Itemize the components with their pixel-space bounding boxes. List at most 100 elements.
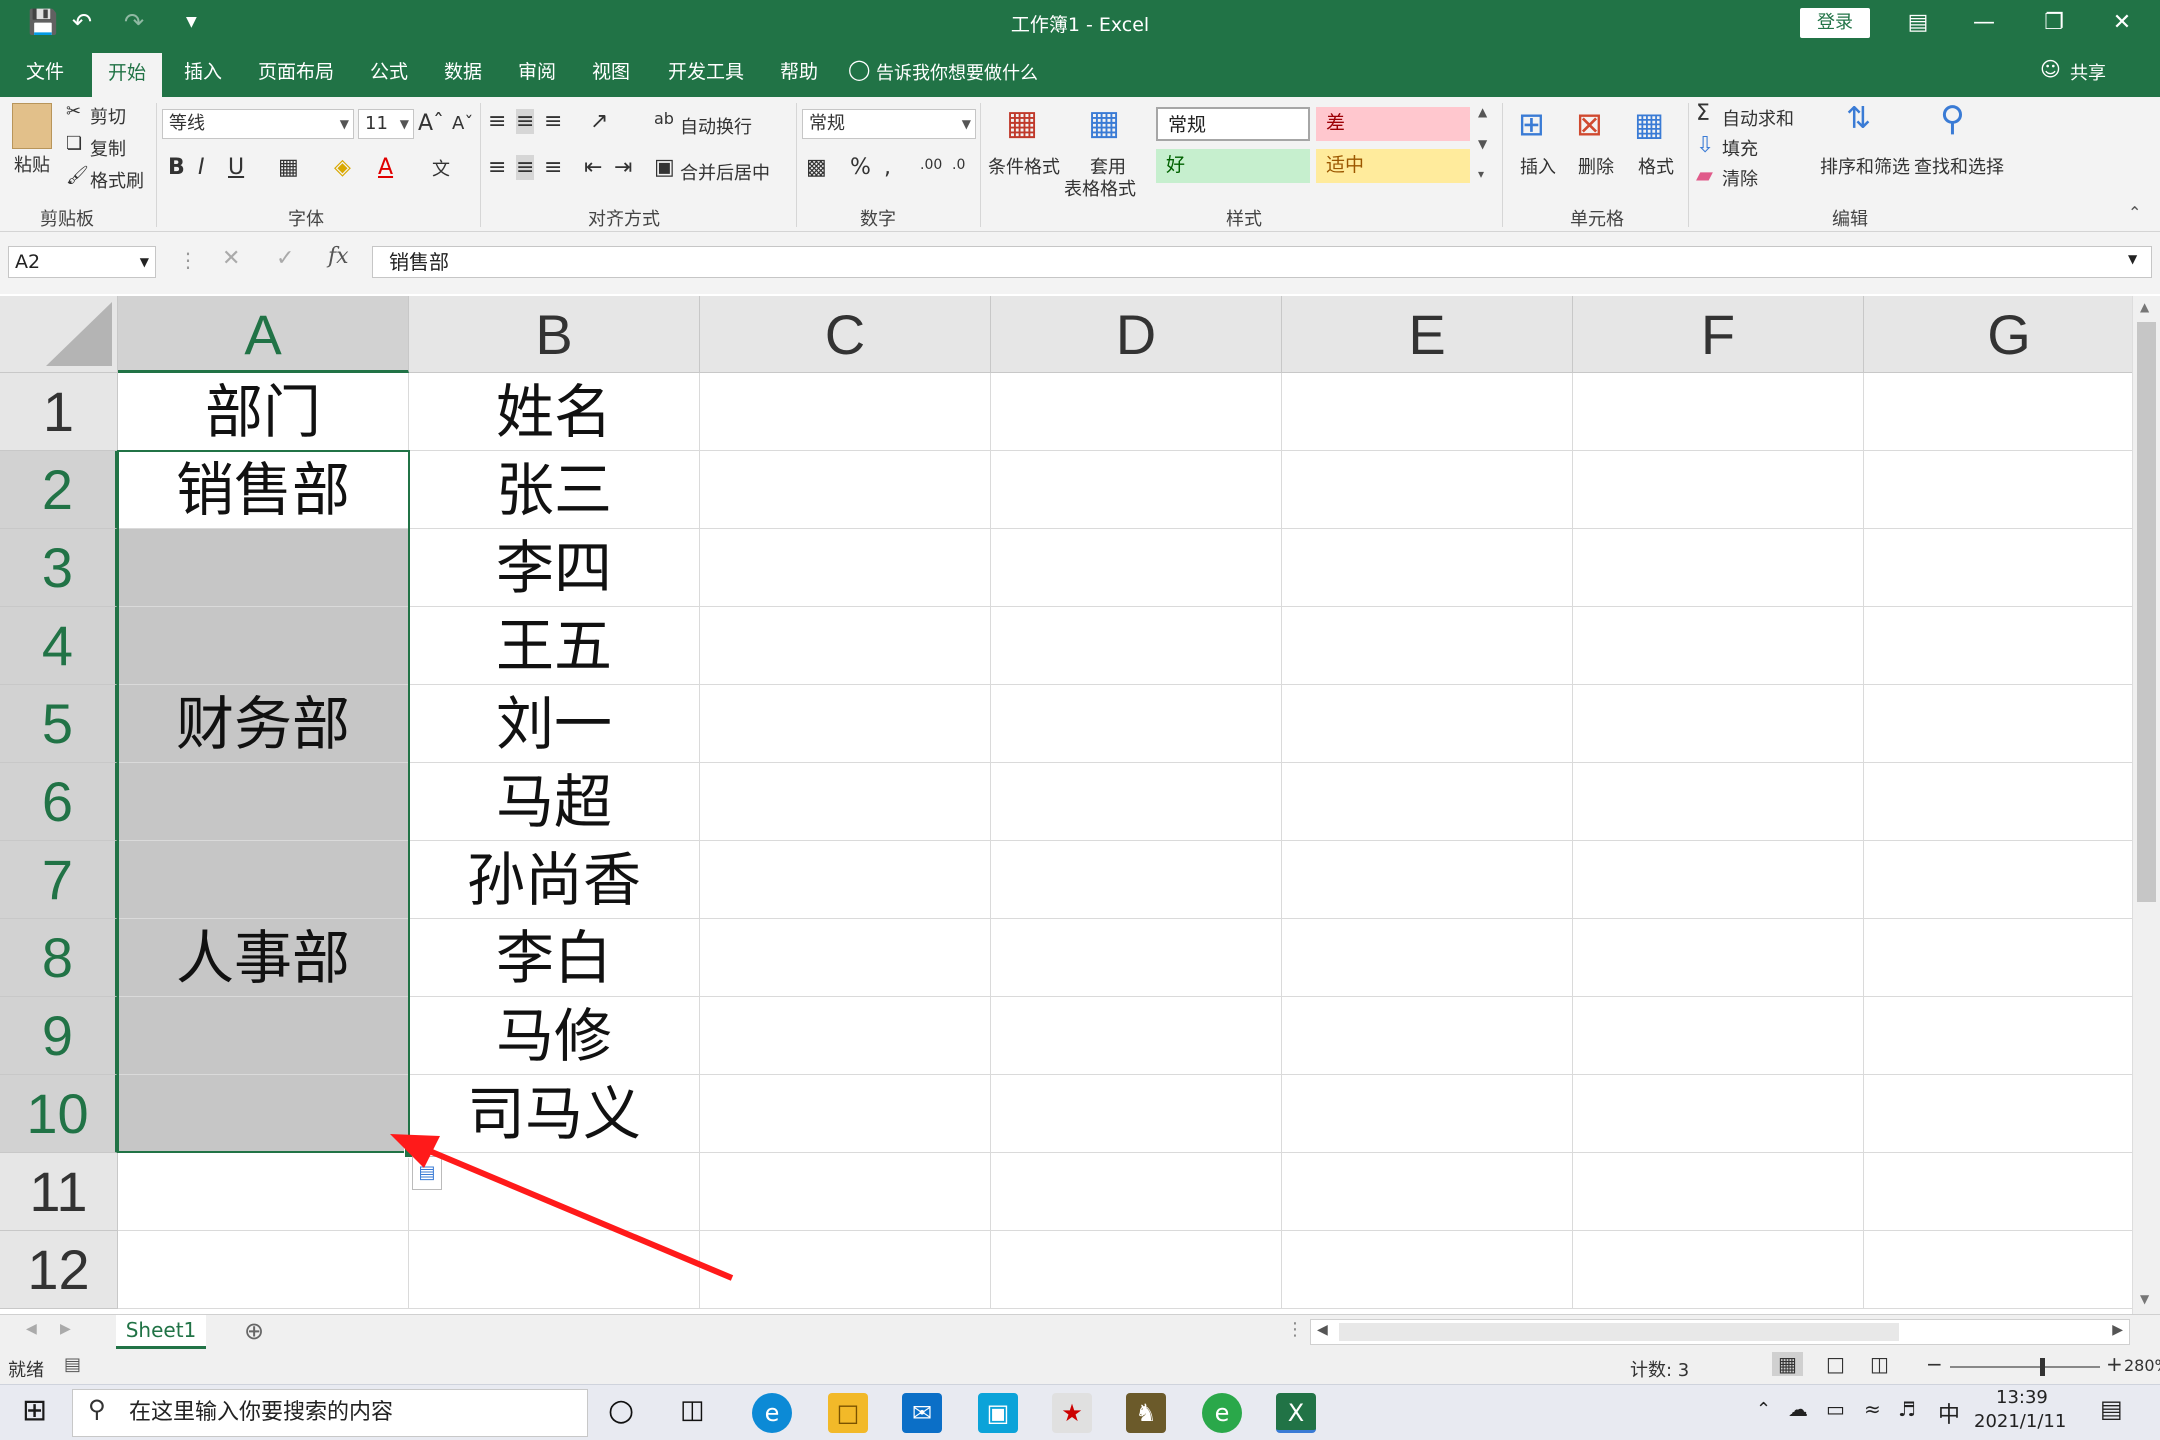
row-header-10[interactable]: 10 bbox=[0, 1075, 118, 1153]
excel-taskbar-icon[interactable]: X bbox=[1276, 1393, 1316, 1433]
prev-sheet-icon[interactable]: ◀ bbox=[26, 1321, 37, 1337]
login-button[interactable]: 登录 bbox=[1800, 8, 1870, 38]
cell-a10[interactable] bbox=[118, 1075, 409, 1153]
cell-g9[interactable] bbox=[1864, 997, 2132, 1075]
cell-f9[interactable] bbox=[1573, 997, 1864, 1075]
new-sheet-icon[interactable]: ⊕ bbox=[244, 1317, 264, 1345]
cell-f1[interactable] bbox=[1573, 373, 1864, 451]
decrease-indent-icon[interactable]: ⇤ bbox=[584, 155, 602, 180]
cell-d10[interactable] bbox=[991, 1075, 1282, 1153]
battery-icon[interactable]: ▭ bbox=[1826, 1397, 1845, 1421]
styles-more-icon[interactable]: ▾ bbox=[1478, 167, 1484, 181]
cell-a6[interactable] bbox=[118, 763, 409, 841]
cell-c2[interactable] bbox=[700, 451, 991, 529]
cell-g11[interactable] bbox=[1864, 1153, 2132, 1231]
wrap-text-button[interactable]: 自动换行 bbox=[680, 113, 752, 139]
cell-b10[interactable]: 司马义 bbox=[409, 1075, 700, 1153]
format-cells-button[interactable]: 格式 bbox=[1638, 153, 1674, 179]
cell-e9[interactable] bbox=[1282, 997, 1573, 1075]
column-header-c[interactable]: C bbox=[700, 296, 991, 373]
name-box[interactable]: A2 ▼ bbox=[8, 246, 156, 278]
cell-a4[interactable] bbox=[118, 607, 409, 685]
enter-icon[interactable]: ✓ bbox=[276, 246, 294, 271]
styles-scroll-down-icon[interactable]: ▼ bbox=[1478, 137, 1487, 151]
formula-input[interactable]: 销售部 bbox=[372, 246, 2152, 278]
delete-cells-button[interactable]: 删除 bbox=[1578, 153, 1614, 179]
font-size-select[interactable]: 11 ▼ bbox=[358, 109, 414, 139]
cell-b3[interactable]: 李四 bbox=[409, 529, 700, 607]
next-sheet-icon[interactable]: ▶ bbox=[60, 1321, 71, 1337]
minimize-icon[interactable]: — bbox=[1964, 6, 2004, 40]
tell-me-search[interactable]: 告诉我你想要做什么 bbox=[876, 59, 1038, 85]
cell-b7[interactable]: 孙尚香 bbox=[409, 841, 700, 919]
cell-f4[interactable] bbox=[1573, 607, 1864, 685]
format-painter-button[interactable]: 格式刷 bbox=[90, 167, 144, 193]
cell-d4[interactable] bbox=[991, 607, 1282, 685]
notes-app-icon[interactable]: ▣ bbox=[978, 1393, 1018, 1433]
cell-d1[interactable] bbox=[991, 373, 1282, 451]
cell-e8[interactable] bbox=[1282, 919, 1573, 997]
comma-style-icon[interactable]: , bbox=[884, 155, 891, 180]
cell-e11[interactable] bbox=[1282, 1153, 1573, 1231]
row-header-8[interactable]: 8 bbox=[0, 919, 118, 997]
cell-g12[interactable] bbox=[1864, 1231, 2132, 1309]
quick-analysis-icon[interactable]: ▤ bbox=[412, 1156, 442, 1190]
clock-time[interactable]: 13:39 bbox=[1996, 1387, 2048, 1408]
paste-icon[interactable] bbox=[12, 103, 52, 149]
macro-record-icon[interactable]: ▤ bbox=[64, 1354, 81, 1375]
scroll-up-icon[interactable]: ▲ bbox=[2140, 300, 2149, 314]
autosum-button[interactable]: 自动求和 bbox=[1722, 105, 1794, 131]
worksheet-grid[interactable]: ABCDEFG 1 2 3 4 5 6 7 8 9 10 11 12 部门 姓名 销售部 张三 李四 王五 财务部… bbox=[0, 296, 2132, 1314]
style-good[interactable]: 好 bbox=[1156, 149, 1310, 183]
zoom-out-icon[interactable]: − bbox=[1926, 1352, 1943, 1376]
scroll-left-icon[interactable]: ◀ bbox=[1317, 1322, 1328, 1338]
game-app-icon[interactable]: ♞ bbox=[1126, 1393, 1166, 1433]
cell-f11[interactable] bbox=[1573, 1153, 1864, 1231]
cell-c11[interactable] bbox=[700, 1153, 991, 1231]
cell-e7[interactable] bbox=[1282, 841, 1573, 919]
cell-e4[interactable] bbox=[1282, 607, 1573, 685]
tab-home[interactable]: 开始 bbox=[92, 53, 162, 97]
row-header-11[interactable]: 11 bbox=[0, 1153, 118, 1231]
cancel-icon[interactable]: ✕ bbox=[222, 246, 240, 271]
style-neutral[interactable]: 适中 bbox=[1316, 149, 1470, 183]
tab-review[interactable]: 审阅 bbox=[518, 57, 556, 84]
cell-g6[interactable] bbox=[1864, 763, 2132, 841]
row-header-12[interactable]: 12 bbox=[0, 1231, 118, 1309]
cell-c7[interactable] bbox=[700, 841, 991, 919]
row-header-7[interactable]: 7 bbox=[0, 841, 118, 919]
cell-c12[interactable] bbox=[700, 1231, 991, 1309]
zoom-slider[interactable] bbox=[1950, 1366, 2100, 1368]
column-header-b[interactable]: B bbox=[409, 296, 700, 373]
row-header-1[interactable]: 1 bbox=[0, 373, 118, 451]
cell-b9[interactable]: 马修 bbox=[409, 997, 700, 1075]
cell-a3[interactable] bbox=[118, 529, 409, 607]
cell-b8[interactable]: 李白 bbox=[409, 919, 700, 997]
row-header-6[interactable]: 6 bbox=[0, 763, 118, 841]
cell-b1[interactable]: 姓名 bbox=[409, 373, 700, 451]
cell-d3[interactable] bbox=[991, 529, 1282, 607]
cell-g4[interactable] bbox=[1864, 607, 2132, 685]
italic-icon[interactable]: I bbox=[198, 155, 205, 180]
normal-view-icon[interactable]: ▦ bbox=[1772, 1352, 1803, 1376]
cell-g7[interactable] bbox=[1864, 841, 2132, 919]
expand-formula-bar-icon[interactable]: ▼ bbox=[2128, 252, 2137, 266]
cell-e3[interactable] bbox=[1282, 529, 1573, 607]
cell-g1[interactable] bbox=[1864, 373, 2132, 451]
task-view-icon[interactable]: ◫ bbox=[680, 1395, 705, 1425]
bold-icon[interactable]: B bbox=[168, 155, 185, 180]
cell-a9[interactable] bbox=[118, 997, 409, 1075]
mail-icon[interactable]: ✉ bbox=[902, 1393, 942, 1433]
cell-b4[interactable]: 王五 bbox=[409, 607, 700, 685]
cell-a1[interactable]: 部门 bbox=[118, 373, 409, 451]
cell-a7[interactable] bbox=[118, 841, 409, 919]
fill-color-icon[interactable]: ◈ bbox=[334, 155, 351, 180]
share-button[interactable]: 共享 bbox=[2070, 59, 2106, 85]
cell-c4[interactable] bbox=[700, 607, 991, 685]
ribbon-display-options-icon[interactable]: ▤ bbox=[1898, 6, 1938, 40]
tab-data[interactable]: 数据 bbox=[444, 57, 482, 84]
cell-g8[interactable] bbox=[1864, 919, 2132, 997]
show-hidden-icons-icon[interactable]: ⌃ bbox=[1756, 1399, 1771, 1420]
windows-start-icon[interactable]: ⊞ bbox=[22, 1393, 47, 1428]
cell-e1[interactable] bbox=[1282, 373, 1573, 451]
